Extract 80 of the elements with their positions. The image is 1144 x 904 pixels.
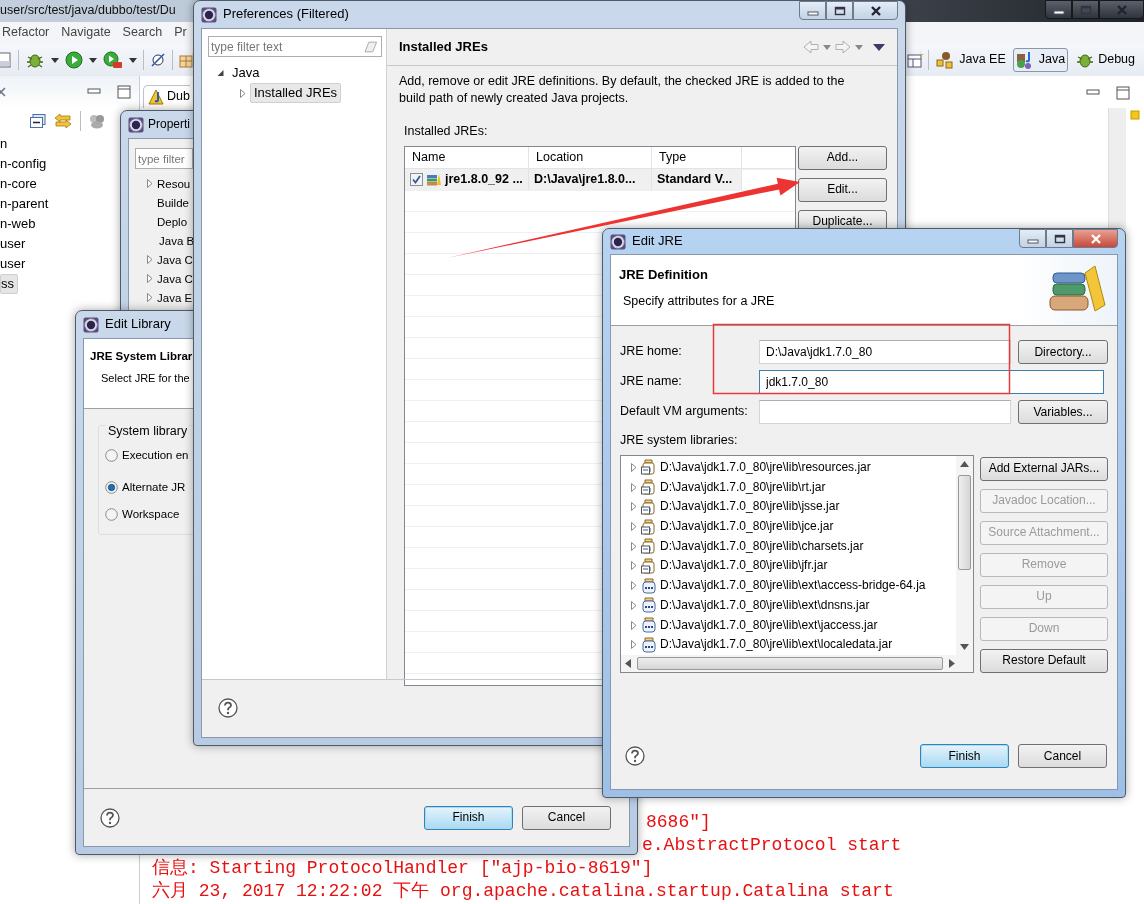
library-path: D:\Java\jdk1.7.0_80\jre\lib\jce.jar xyxy=(660,519,834,535)
library-path: D:\Java\jdk1.7.0_80\jre\lib\resources.jar xyxy=(660,459,871,475)
field-label: JRE home: xyxy=(620,344,683,360)
tree-item[interactable]: n-web xyxy=(0,214,39,234)
page-title: Installed JREs xyxy=(399,38,488,56)
tab-label: Dub xyxy=(167,89,190,105)
tree-item[interactable]: Java E xyxy=(157,289,193,306)
tree-item[interactable]: Resou xyxy=(157,175,191,192)
radio-label: Execution en xyxy=(122,447,189,463)
dialog-description: Specify attributes for a JRE xyxy=(623,294,775,310)
menu-item[interactable]: Refactor xyxy=(2,25,50,41)
tree-item[interactable]: Java B xyxy=(157,232,195,249)
button[interactable]: Restore Default xyxy=(980,648,1108,673)
console-line: 信息: Starting ProtocolHandler ["ajp-bio-8619"] xyxy=(152,857,653,880)
tree-item[interactable]: Java C xyxy=(157,270,193,287)
group-label: System library xyxy=(106,424,190,440)
perspective-button[interactable]: Debug xyxy=(1072,48,1138,72)
menu-item[interactable]: Navigate xyxy=(61,25,111,41)
input-field[interactable]: jdk1.7.0_80 xyxy=(759,370,1104,394)
window-title: Edit JRE xyxy=(632,233,683,250)
radio-label: Workspace xyxy=(122,507,180,522)
column-header[interactable]: Name xyxy=(405,146,529,168)
tree-item[interactable]: n-core xyxy=(0,174,40,194)
library-path: D:\Java\jdk1.7.0_80\jre\lib\ext\localedata.jar xyxy=(660,637,893,653)
button[interactable]: Add... xyxy=(798,145,887,170)
perspective-button[interactable]: Java xyxy=(1012,48,1069,72)
page-description: Add, remove or edit JRE definitions. By default, the checked JRE is added to the build path of newly created Java projects. xyxy=(399,73,846,107)
filter-field[interactable]: type filter text xyxy=(208,36,383,57)
tree-item[interactable]: user xyxy=(0,234,29,254)
library-path: D:\Java\jdk1.7.0_80\jre\lib\charsets.jar xyxy=(660,538,864,554)
column-header[interactable]: Type xyxy=(652,146,742,168)
dialog-description: Select JRE for the xyxy=(101,372,190,387)
tree-item[interactable]: n xyxy=(0,134,11,154)
tree-item[interactable]: Java C xyxy=(157,251,193,268)
tree-item[interactable]: Java xyxy=(228,62,264,84)
tree-item[interactable]: user xyxy=(0,254,29,274)
tree-item[interactable]: Deplo xyxy=(157,213,188,230)
button[interactable]: Cancel xyxy=(522,805,611,830)
table-label: Installed JREs: xyxy=(404,124,488,140)
window-title: Edit Library xyxy=(105,316,171,333)
console-line: 8686"] xyxy=(646,811,711,834)
window-title: Properti xyxy=(148,117,191,132)
library-path: D:\Java\jdk1.7.0_80\jre\lib\ext\dnsns.jar xyxy=(660,597,870,613)
library-path: D:\Java\jdk1.7.0_80\jre\lib\jfr.jar xyxy=(660,558,828,574)
dialog-heading: JRE Definition xyxy=(619,267,708,284)
tree-item[interactable]: Installed JREs xyxy=(250,82,342,104)
table-cell-text: D:\Java\jre1.8.0... xyxy=(534,170,636,188)
console-line: 六月 23, 2017 12:22:02 下午 org.apache.catalina.startup.Catalina start xyxy=(152,880,894,903)
button[interactable]: Variables... xyxy=(1018,400,1108,424)
radio-label: Alternate JR xyxy=(122,480,186,495)
table-cell-text: jre1.8.0_92 ... xyxy=(445,170,523,188)
window-title: Preferences (Filtered) xyxy=(223,6,349,23)
tree-item[interactable]: n-parent xyxy=(0,194,52,214)
tree-item[interactable]: ss xyxy=(0,274,18,294)
button[interactable]: Cancel xyxy=(1018,744,1107,768)
menu-item[interactable]: Search xyxy=(122,25,163,41)
library-path: D:\Java\jdk1.7.0_80\jre\lib\ext\access-bridge-64.ja xyxy=(660,578,926,594)
button[interactable]: Edit... xyxy=(798,177,887,202)
console-line: e.AbstractProtocol start xyxy=(642,834,902,857)
filter-field[interactable]: type filter xyxy=(135,148,193,169)
column-header[interactable]: Location xyxy=(529,146,652,168)
editor-tab[interactable]: Dub xyxy=(143,85,190,108)
field-label: JRE name: xyxy=(620,374,683,390)
tree-item[interactable]: n-config xyxy=(0,154,50,174)
window-title: user/src/test/java/dubbo/test/Du xyxy=(0,3,176,19)
perspective-button[interactable]: Java EE xyxy=(933,48,1009,72)
input-field[interactable]: D:\Java\jdk1.7.0_80 xyxy=(759,340,1011,364)
button[interactable]: Finish xyxy=(424,805,513,830)
button[interactable]: Directory... xyxy=(1018,340,1108,364)
tree-item[interactable]: Builde xyxy=(157,194,189,211)
field-label: Default VM arguments: xyxy=(620,404,749,420)
button[interactable]: Finish xyxy=(920,744,1009,768)
library-path: D:\Java\jdk1.7.0_80\jre\lib\rt.jar xyxy=(660,479,826,495)
library-path: D:\Java\jdk1.7.0_80\jre\lib\ext\jaccess.jar xyxy=(660,617,878,633)
button[interactable]: Add External JARs... xyxy=(980,456,1108,481)
section-label: JRE system libraries: xyxy=(620,433,738,449)
dialog-heading: JRE System Librar xyxy=(90,349,193,364)
menu-item[interactable]: Pr xyxy=(174,25,187,41)
table-cell-text: Standard V... xyxy=(657,170,733,188)
library-path: D:\Java\jdk1.7.0_80\jre\lib\jsse.jar xyxy=(660,499,840,515)
